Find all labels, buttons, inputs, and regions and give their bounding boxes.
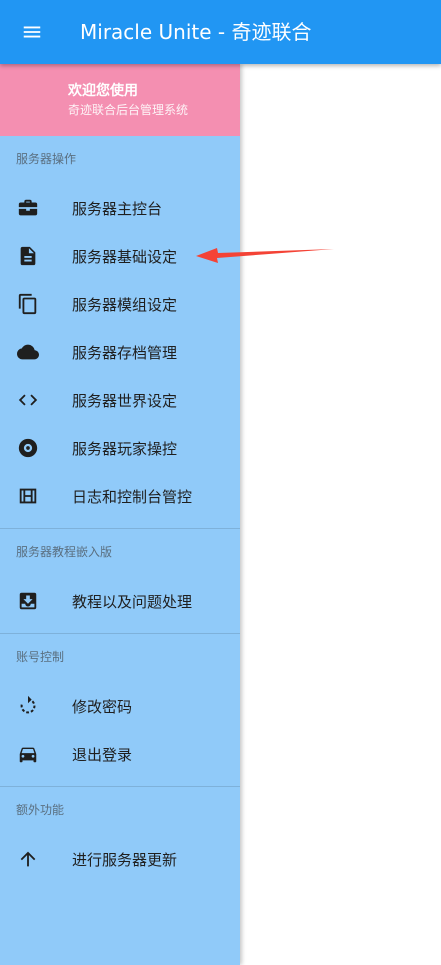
- nav-item-server-console[interactable]: 服务器主控台: [0, 184, 240, 232]
- copy-icon: [16, 292, 40, 316]
- nav-item-label: 服务器模组设定: [72, 295, 178, 314]
- calendar-view-icon: [16, 484, 40, 508]
- section-divider: [0, 528, 240, 529]
- nav-item-label: 服务器玩家操控: [72, 439, 178, 458]
- welcome-subtitle: 奇迹联合后台管理系统: [68, 103, 189, 117]
- nav-item-label: 服务器存档管理: [72, 343, 178, 362]
- nav-item-server-player-control[interactable]: 服务器玩家操控: [0, 424, 240, 472]
- document-icon: [16, 244, 40, 268]
- app-bar: Miracle Unite - 奇迹联合: [0, 0, 441, 64]
- section-header-server-operations: 服务器操作: [16, 152, 77, 166]
- nav-item-logout[interactable]: 退出登录: [0, 730, 240, 778]
- nav-item-server-save-management[interactable]: 服务器存档管理: [0, 328, 240, 376]
- section-header-account-control: 账号控制: [16, 650, 65, 664]
- welcome-title: 欢迎您使用: [68, 83, 138, 99]
- nav-item-label: 服务器世界设定: [72, 391, 178, 410]
- nav-item-server-world-settings[interactable]: 服务器世界设定: [0, 376, 240, 424]
- rotate-dashed-icon: [16, 694, 40, 718]
- section-divider: [0, 633, 240, 634]
- car-icon: [16, 742, 40, 766]
- arrow-up-icon: [16, 847, 40, 871]
- navigation-drawer: 欢迎您使用 奇迹联合后台管理系统 服务器操作 服务器主控台 服务器基础设定 服务…: [0, 64, 240, 965]
- inbox-download-icon: [16, 589, 40, 613]
- disc-icon: [16, 436, 40, 460]
- menu-icon: [23, 26, 41, 38]
- nav-item-label: 修改密码: [72, 697, 133, 716]
- nav-item-label: 服务器主控台: [72, 199, 163, 218]
- section-divider: [0, 786, 240, 787]
- nav-item-server-mod-settings[interactable]: 服务器模组设定: [0, 280, 240, 328]
- drawer-header: 欢迎您使用 奇迹联合后台管理系统: [0, 64, 240, 136]
- nav-item-label: 服务器基础设定: [72, 247, 178, 266]
- nav-item-tutorial-troubleshooting[interactable]: 教程以及问题处理: [0, 577, 240, 625]
- nav-item-label: 进行服务器更新: [72, 850, 178, 869]
- app-title: Miracle Unite - 奇迹联合: [80, 20, 312, 44]
- nav-item-label: 教程以及问题处理: [72, 592, 193, 611]
- nav-item-change-password[interactable]: 修改密码: [0, 682, 240, 730]
- cloud-icon: [16, 340, 40, 364]
- section-header-extra-features: 额外功能: [16, 803, 65, 817]
- nav-item-log-console-control[interactable]: 日志和控制台管控: [0, 472, 240, 520]
- briefcase-icon: [16, 196, 40, 220]
- nav-item-label: 日志和控制台管控: [72, 487, 193, 506]
- section-header-tutorial: 服务器教程嵌入版: [16, 545, 113, 559]
- nav-item-label: 退出登录: [72, 745, 133, 764]
- nav-item-server-update[interactable]: 进行服务器更新: [0, 835, 240, 883]
- menu-button[interactable]: [12, 12, 52, 52]
- code-icon: [16, 388, 40, 412]
- nav-item-server-basic-settings[interactable]: 服务器基础设定: [0, 232, 240, 280]
